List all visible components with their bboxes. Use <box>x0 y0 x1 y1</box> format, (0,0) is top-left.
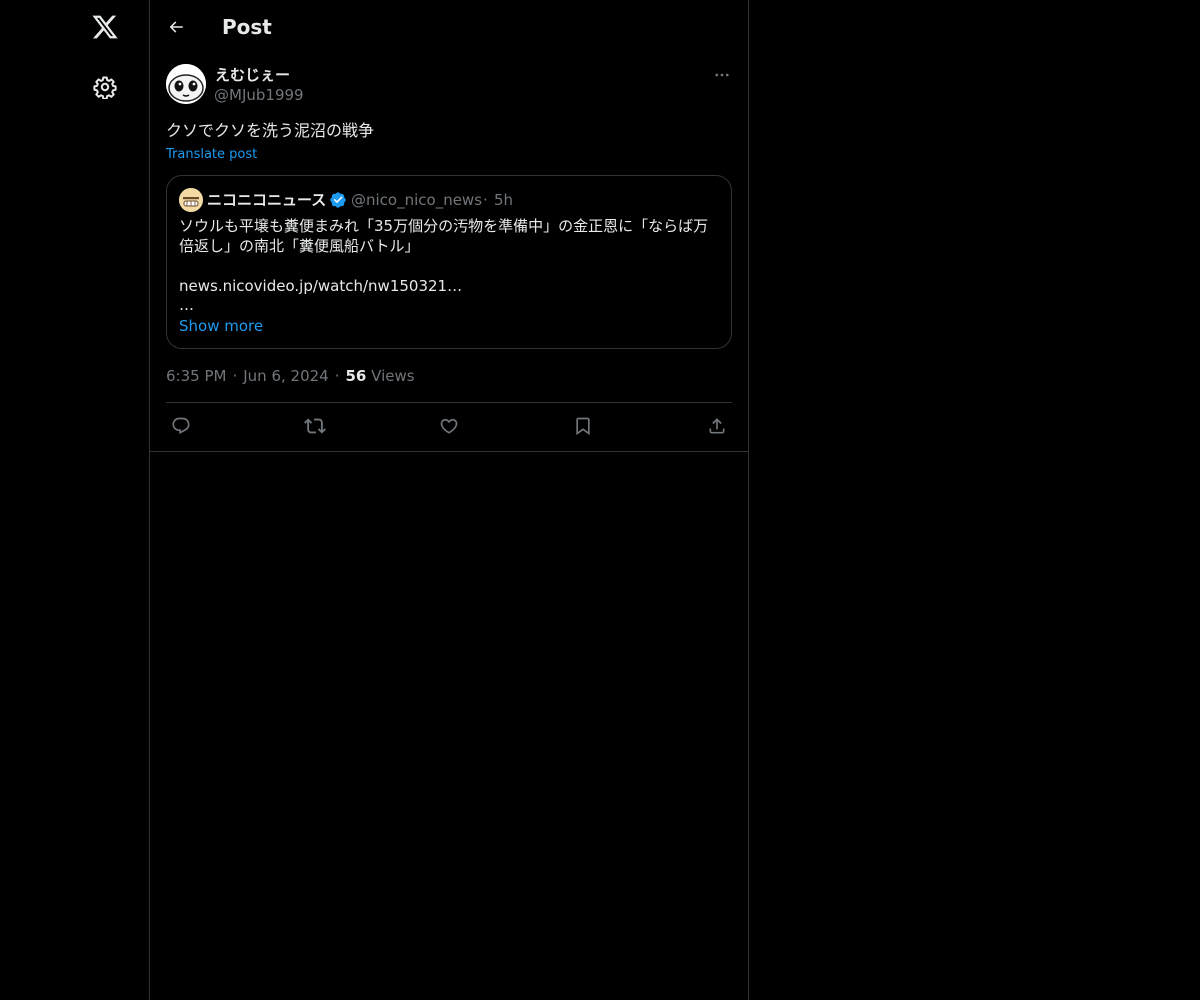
arrow-left-icon <box>169 21 183 33</box>
quote-ellipsis: … <box>179 296 194 314</box>
action-bar <box>166 402 732 451</box>
reply-button[interactable] <box>170 415 192 437</box>
quote-author-handle: @nico_nico_news <box>351 191 483 209</box>
show-more-link[interactable]: Show more <box>179 316 263 336</box>
more-horizontal-icon <box>715 73 729 77</box>
page-header: Post <box>150 0 748 54</box>
like-button[interactable] <box>438 415 460 437</box>
quote-text-line: 倍返し」の南北「糞便風船バトル」 <box>179 237 420 255</box>
quote-timestamp: 5h <box>494 191 514 209</box>
views-count: 56 <box>345 367 367 385</box>
heart-icon <box>440 418 458 434</box>
page-title: Post <box>222 15 272 39</box>
post-time[interactable]: 6:35 PM <box>166 367 226 385</box>
back-button[interactable] <box>162 12 190 42</box>
verified-badge-icon <box>329 191 347 209</box>
quote-text-line: ソウルも平壌も糞便まみれ「35万個分の汚物を準備中」の金正恩に「ならば万 <box>179 217 709 235</box>
post-text: クソでクソを洗う泥沼の戦争 <box>166 121 375 140</box>
views-label: Views <box>371 367 415 385</box>
avatar[interactable] <box>166 64 206 104</box>
post-meta: 6:35 PM · Jun 6, 2024 · 56 Views <box>166 367 415 385</box>
quote-text: ソウルも平壌も糞便まみれ「35万個分の汚物を準備中」の金正恩に「ならば万 倍返し… <box>179 216 719 296</box>
quote-author-name: ニコニコニュース <box>207 191 327 209</box>
bookmark-button[interactable] <box>572 415 594 437</box>
quote-link: news.nicovideo.jp/watch/nw150321… <box>179 277 463 295</box>
quoted-post[interactable]: ニコニコニュース @nico_nico_news · 5h ソウルも平壌も糞便ま… <box>166 175 732 349</box>
quote-avatar <box>179 188 203 212</box>
repost-icon <box>304 418 326 434</box>
quote-separator: · <box>483 191 488 209</box>
post: えむじぇー @MJub1999 クソでクソを洗う泥沼の戦争 Translate … <box>150 54 748 452</box>
more-button[interactable] <box>710 64 734 86</box>
author-handle[interactable]: @MJub1999 <box>214 85 304 105</box>
main-column: Post えむじぇー @MJub1999 クソでクソを洗う泥沼の戦争 Trans… <box>150 0 749 1000</box>
share-icon <box>709 418 725 434</box>
reply-icon <box>172 417 190 435</box>
translate-post-link[interactable]: Translate post <box>166 146 257 164</box>
gear-icon[interactable] <box>88 70 122 104</box>
repost-button[interactable] <box>304 415 326 437</box>
x-logo-icon[interactable] <box>88 10 122 44</box>
share-button[interactable] <box>706 415 728 437</box>
bookmark-icon <box>576 417 590 436</box>
post-date[interactable]: Jun 6, 2024 <box>243 367 328 385</box>
author-display-name[interactable]: えむじぇー <box>215 65 290 85</box>
left-rail <box>0 0 150 1000</box>
